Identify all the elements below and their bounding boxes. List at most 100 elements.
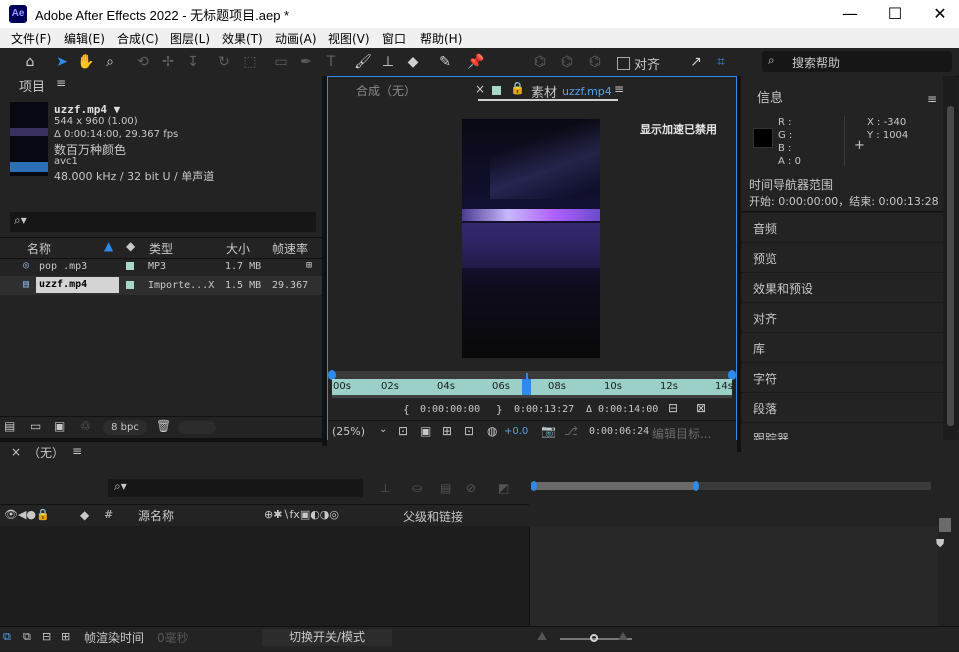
menu-edit[interactable]: 编辑(E)	[64, 30, 105, 47]
panel-menu-icon[interactable]: ≡	[72, 444, 82, 458]
shy-layers-icon[interactable]: ▤	[440, 481, 451, 495]
lock-icon[interactable]: 🔒	[510, 81, 525, 95]
timeline-scroll-up[interactable]	[939, 518, 951, 532]
panel-menu-icon[interactable]: ≡	[614, 82, 624, 96]
panel-menu-icon[interactable]: ≡	[927, 92, 937, 106]
new-folder-icon[interactable]: ▭	[30, 419, 41, 433]
label-tag-icon[interactable]: ◆	[126, 239, 135, 253]
snap-targets-icon[interactable]: ⌗	[711, 52, 731, 72]
out-point-icon[interactable]: }	[496, 403, 503, 416]
info-scrollbar[interactable]	[945, 76, 957, 452]
in-point-icon[interactable]: {	[403, 403, 410, 416]
draft-3d-icon[interactable]: ⛀	[412, 481, 422, 495]
menu-layer[interactable]: 图层(L)	[170, 30, 210, 47]
project-scroll[interactable]	[178, 421, 216, 434]
playhead[interactable]	[522, 379, 531, 395]
roto-brush-icon[interactable]: ✎	[435, 52, 455, 72]
splitter[interactable]	[322, 76, 327, 446]
dolly-tool-icon[interactable]: ↧	[183, 52, 203, 72]
section-libraries[interactable]: 库	[741, 332, 943, 362]
project-search-input[interactable]: ⌕▾	[10, 212, 316, 232]
layer-list[interactable]	[0, 526, 529, 626]
frame-blend-icon[interactable]: ⊘	[466, 481, 476, 495]
snapshot-camera-icon[interactable]: 📷	[541, 424, 556, 438]
motion-blur-icon[interactable]: ◩	[498, 481, 509, 495]
col-size[interactable]: 大小	[226, 240, 250, 257]
section-preview[interactable]: 预览	[741, 242, 943, 272]
anchor-tool-icon[interactable]: ⬚	[240, 52, 260, 72]
section-character[interactable]: 字符	[741, 362, 943, 392]
splitter[interactable]	[737, 76, 741, 452]
snap-options-icon[interactable]: ↗	[686, 52, 706, 72]
home-icon[interactable]: ⌂	[20, 52, 40, 72]
render-time-icon[interactable]: ⊞	[61, 630, 70, 643]
out-point-time[interactable]: 0:00:13:27	[514, 404, 574, 415]
project-row[interactable]: ◎ pop .mp3 MP3 1.7 MB ⊞	[0, 257, 322, 276]
reset-exposure-icon[interactable]: ◍	[487, 424, 497, 438]
current-time[interactable]: 0:00:06:24	[589, 426, 649, 437]
tab-composition[interactable]: 合成（无）	[356, 82, 416, 99]
exposure-value[interactable]: +0.0	[504, 426, 528, 437]
region-of-interest-icon[interactable]: ⊞	[442, 424, 452, 438]
text-tool-icon[interactable]: T	[321, 52, 341, 72]
grid-toggle-icon[interactable]: ⊡	[464, 424, 474, 438]
hand-tool-icon[interactable]: ✋	[76, 52, 96, 72]
trash-icon[interactable]: 🗑	[156, 419, 171, 433]
info-panel-title[interactable]: 信息	[757, 87, 783, 106]
pan-tool-icon[interactable]: ✢	[158, 52, 178, 72]
puppet-pin-icon[interactable]: 📌	[466, 52, 486, 72]
overlay-edit-icon[interactable]: ⊠	[696, 401, 706, 415]
magnification-select[interactable]: (25%)	[332, 425, 365, 438]
scroll-thumb[interactable]	[947, 106, 954, 426]
brush-tool-icon[interactable]: 🖌	[353, 52, 373, 72]
navigator-end[interactable]	[693, 481, 699, 491]
navigator-range[interactable]	[531, 482, 697, 490]
zoom-in-icon[interactable]: ⛰	[618, 629, 628, 644]
zoom-tool-icon[interactable]: ⌕	[100, 52, 120, 72]
section-audio[interactable]: 音频	[741, 212, 943, 242]
camera-track-icon[interactable]: ⌬	[557, 52, 577, 72]
new-comp-icon[interactable]: ▣	[54, 419, 65, 433]
layer-number-icon[interactable]: #	[104, 508, 113, 521]
in-point-time[interactable]: 0:00:00:00	[420, 404, 480, 415]
panel-menu-icon[interactable]: ≡	[56, 76, 66, 90]
timeline-track-area[interactable]	[529, 526, 938, 626]
eraser-tool-icon[interactable]: ◆	[403, 52, 423, 72]
comp-flowchart-icon[interactable]: ⊥	[380, 481, 390, 495]
section-align[interactable]: 对齐	[741, 302, 943, 332]
transfer-controls-icon[interactable]: ⧉	[23, 630, 31, 644]
footage-tab-name[interactable]: uzzf.mp4	[562, 85, 612, 98]
toggle-switches-modes[interactable]: 切换开关/模式	[262, 629, 392, 646]
adjust-icon[interactable]: ♲	[80, 419, 91, 433]
rectangle-tool-icon[interactable]: ▭	[271, 52, 291, 72]
chevron-down-icon[interactable]: ⌄	[379, 424, 387, 435]
minimize-button[interactable]: —	[830, 3, 870, 25]
help-search-box[interactable]: ⌕ 搜索帮助	[762, 51, 952, 72]
col-type[interactable]: 类型	[149, 240, 173, 257]
menu-help[interactable]: 帮助(H)	[420, 30, 462, 47]
section-effects-presets[interactable]: 效果和预设	[741, 272, 943, 302]
layer-switches-icon[interactable]: ⧉	[3, 630, 11, 644]
clone-stamp-icon[interactable]: ⊥	[378, 52, 398, 72]
close-button[interactable]: ✕	[920, 3, 959, 25]
av-features-icons[interactable]: 👁◀●🔒	[4, 508, 50, 521]
label-tag-icon[interactable]: ◆	[80, 508, 89, 522]
switches-icons[interactable]: ⊕✱∖fx▣◐◑◎	[264, 508, 339, 521]
sort-up-icon[interactable]: ▲	[104, 239, 113, 253]
col-fps[interactable]: 帧速率	[272, 240, 308, 257]
zoom-out-icon[interactable]: ⛰	[537, 629, 547, 644]
menu-animation[interactable]: 动画(A)	[275, 30, 317, 47]
label-swatch[interactable]	[126, 262, 134, 270]
col-parent-link[interactable]: 父级和链接	[403, 508, 463, 525]
footage-name[interactable]: uzzf.mp4 ▼	[54, 103, 120, 116]
camera-rotate-icon[interactable]: ⌬	[585, 52, 605, 72]
time-navigator[interactable]	[531, 481, 931, 491]
section-paragraph[interactable]: 段落	[741, 392, 943, 422]
snap-checkbox[interactable]	[617, 57, 630, 70]
menu-view[interactable]: 视图(V)	[328, 30, 370, 47]
timeline-tab[interactable]: （无）	[28, 444, 64, 461]
label-swatch[interactable]	[126, 281, 134, 289]
show-snapshot-icon[interactable]: ⎇	[564, 424, 578, 438]
col-source-name[interactable]: 源名称	[138, 507, 174, 524]
menu-composition[interactable]: 合成(C)	[117, 30, 159, 47]
